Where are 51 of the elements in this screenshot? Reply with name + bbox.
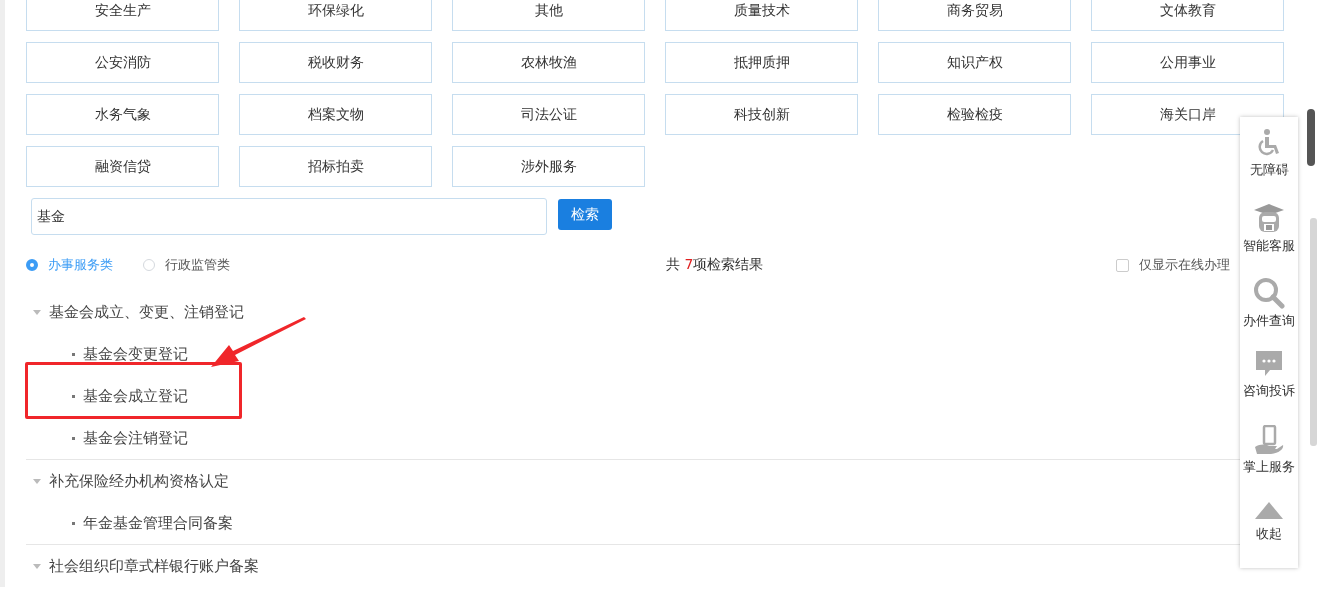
category-button[interactable]: 质量技术 (665, 0, 858, 31)
bullet-icon (72, 394, 75, 398)
scrollbar-thumb[interactable] (1307, 109, 1315, 166)
category-button[interactable]: 文体教育 (1091, 0, 1284, 31)
hand-phone-icon (1254, 425, 1284, 456)
category-button[interactable]: 海关口岸 (1091, 94, 1284, 135)
category-button[interactable]: 农林牧渔 (452, 42, 645, 83)
category-button[interactable]: 检验检疫 (878, 94, 1071, 135)
checkbox-label[interactable]: 仅显示在线办理 (1139, 256, 1230, 274)
category-button[interactable]: 其他 (452, 0, 645, 31)
result-group-title[interactable]: 补充保险经办机构资格认定 (49, 471, 229, 491)
search-icon (1253, 276, 1285, 309)
result-group-title[interactable]: 基金会成立、变更、注销登记 (49, 302, 244, 322)
result-group-title[interactable]: 社会组织印章式样银行账户备案 (49, 556, 259, 576)
search-field[interactable]: 基金 (31, 198, 547, 235)
category-button[interactable]: 招标拍卖 (239, 146, 432, 187)
toolbar-button[interactable]: 咨询投诉 (1240, 345, 1298, 420)
category-button[interactable]: 抵押质押 (665, 42, 858, 83)
result-item-link[interactable]: 基金会变更登记 (83, 344, 188, 364)
toolbar-button[interactable]: 办件查询 (1240, 270, 1298, 345)
category-button[interactable]: 融资信贷 (26, 146, 219, 187)
caret-icon[interactable] (33, 309, 41, 315)
category-button[interactable]: 水务气象 (26, 94, 219, 135)
robot-icon (1252, 202, 1286, 235)
bullet-icon (72, 521, 75, 525)
category-button[interactable]: 商务贸易 (878, 0, 1071, 31)
category-button[interactable]: 税收财务 (239, 42, 432, 83)
result-item-link[interactable]: 年金基金管理合同备案 (83, 513, 233, 533)
search-button[interactable]: 检索 (558, 199, 612, 230)
category-button[interactable]: 安全生产 (26, 0, 219, 31)
radio-label[interactable]: 行政监管类 (165, 256, 230, 274)
toolbar-button[interactable]: 收起 (1240, 493, 1298, 568)
caret-icon[interactable] (33, 478, 41, 484)
result-item-link[interactable]: 基金会成立登记 (83, 386, 188, 406)
caret-icon[interactable] (33, 563, 41, 569)
checkbox[interactable] (1116, 258, 1129, 272)
radio-button[interactable] (26, 259, 38, 271)
category-button[interactable]: 司法公证 (452, 94, 645, 135)
category-button[interactable]: 档案文物 (239, 94, 432, 135)
category-button[interactable]: 公用事业 (1091, 42, 1284, 83)
category-button[interactable]: 涉外服务 (452, 146, 645, 187)
toolbar-button[interactable]: 掌上服务 (1240, 419, 1298, 494)
category-button[interactable]: 环保绿化 (239, 0, 432, 31)
bullet-icon (72, 436, 75, 440)
category-button[interactable]: 公安消防 (26, 42, 219, 83)
result-count: 共 7项检索结果 (666, 256, 765, 274)
result-item-link[interactable]: 基金会注销登记 (83, 428, 188, 448)
category-button[interactable]: 科技创新 (665, 94, 858, 135)
bullet-icon (72, 352, 75, 356)
category-button[interactable]: 知识产权 (878, 42, 1071, 83)
toolbar-button[interactable]: 智能客服 (1240, 196, 1298, 271)
